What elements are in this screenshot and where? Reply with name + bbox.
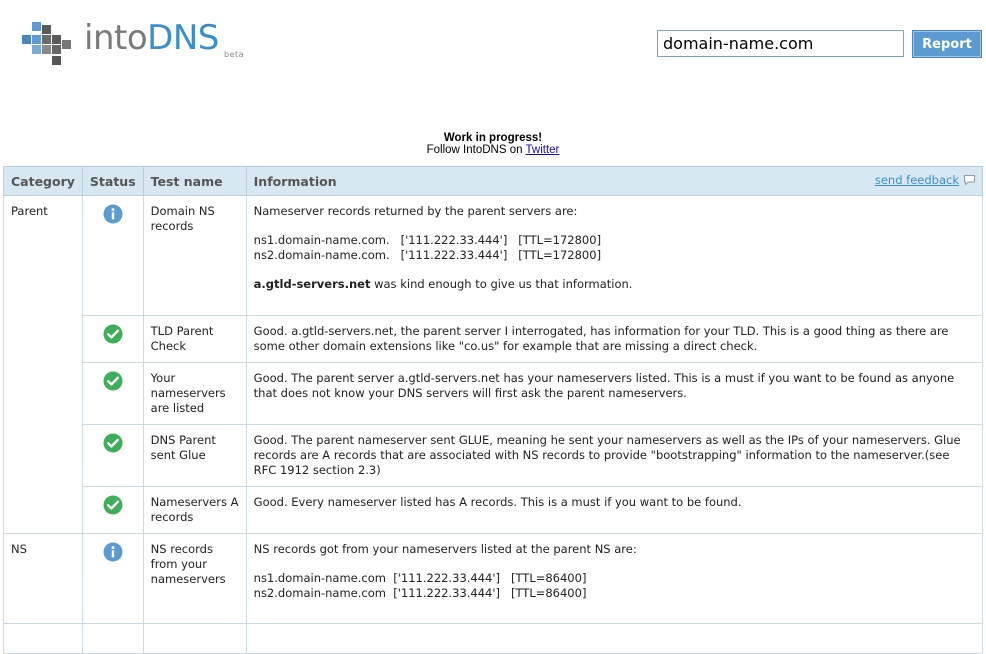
status-cell [81, 315, 144, 363]
notice-follow-text: Follow IntoDNS on [426, 144, 523, 156]
info-icon [103, 542, 123, 562]
category-ns: NS [3, 533, 83, 624]
information-cell: Nameserver records returned by the paren… [245, 195, 984, 316]
table-row: NS NS records from your nameservers NS r… [3, 533, 984, 624]
table-row: Nameservers A records Good. Every namese… [4, 486, 984, 534]
test-name: TLD Parent Check [142, 315, 247, 363]
status-cell [81, 486, 144, 534]
category-cell [3, 623, 83, 654]
information-cell: Good. The parent server a.gtld-servers.n… [245, 362, 984, 425]
column-header-information: Information send feedback [245, 166, 984, 196]
test-name [142, 623, 247, 654]
info-source: a.gtld-servers.net was kind enough to gi… [254, 277, 975, 292]
speech-bubble-icon [964, 175, 975, 186]
status-cell [81, 533, 144, 624]
test-name: Domain NS records [142, 195, 247, 316]
status-cell [81, 623, 144, 654]
info-intro: Nameserver records returned by the paren… [253, 204, 578, 218]
ns-record-line: ns2.domain-name.com ['111.222.33.444'] [… [253, 586, 587, 600]
info-intro: NS records got from your nameservers lis… [253, 542, 637, 556]
check-icon [103, 433, 123, 453]
status-cell [81, 362, 144, 425]
check-icon [103, 324, 123, 344]
information-cell: Good. The parent nameserver sent GLUE, m… [245, 424, 984, 487]
info-icon [103, 204, 123, 224]
source-tail: was kind enough to give us that informat… [370, 277, 633, 291]
status-cell [81, 424, 144, 487]
ns-record-line: ns2.domain-name.com. ['111.222.33.444'] … [253, 248, 602, 262]
ns-record-line: ns1.domain-name.com. ['111.222.33.444'] … [253, 233, 602, 247]
check-icon [103, 371, 123, 391]
information-cell [245, 623, 984, 654]
table-row: Your nameservers are listed Good. The pa… [4, 362, 984, 425]
test-name: DNS Parent sent Glue [142, 424, 247, 487]
check-icon [103, 495, 123, 515]
ns-record-line: ns1.domain-name.com ['111.222.33.444'] [… [253, 571, 587, 585]
table-row [3, 623, 984, 654]
information-cell: Good. a.gtld-servers.net, the parent ser… [245, 315, 984, 363]
table-row: DNS Parent sent Glue Good. The parent na… [4, 424, 984, 487]
table-row: TLD Parent Check Good. a.gtld-servers.ne… [4, 315, 984, 363]
information-cell: Good. Every nameserver listed has A reco… [245, 486, 984, 534]
column-header-information-label: Information [253, 173, 337, 189]
test-name: NS records from your nameservers [142, 533, 247, 624]
twitter-link[interactable]: Twitter [526, 144, 560, 156]
notice-title: Work in progress! [443, 132, 543, 144]
source-server: a.gtld-servers.net [253, 277, 371, 291]
logo-grid-icon [22, 22, 78, 66]
logo-wordmark: intoDNS [84, 18, 219, 58]
test-name: Nameservers A records [142, 486, 247, 534]
column-header-category: Category [3, 166, 83, 196]
information-cell: NS records got from your nameservers lis… [245, 533, 984, 624]
report-button[interactable]: Report [912, 30, 982, 58]
results-table: Category Status Test name Information se… [3, 166, 984, 654]
send-feedback-label: send feedback [874, 173, 959, 187]
category-parent: Parent [3, 195, 83, 534]
table-row: Parent Domain NS records Nameserver reco… [3, 195, 984, 534]
work-in-progress-notice: Work in progress! Follow IntoDNS on Twit… [0, 132, 986, 156]
domain-search-input[interactable] [657, 30, 904, 57]
column-header-status: Status [81, 166, 144, 196]
status-cell [81, 195, 144, 316]
test-name: Your nameservers are listed [142, 362, 247, 425]
send-feedback-link[interactable]: send feedback [875, 173, 976, 187]
intodns-logo[interactable]: intoDNS beta [22, 18, 262, 70]
column-header-test: Test name [142, 166, 247, 196]
table-header-row: Category Status Test name Information se… [3, 166, 984, 196]
logo-beta-label: beta [224, 50, 245, 59]
